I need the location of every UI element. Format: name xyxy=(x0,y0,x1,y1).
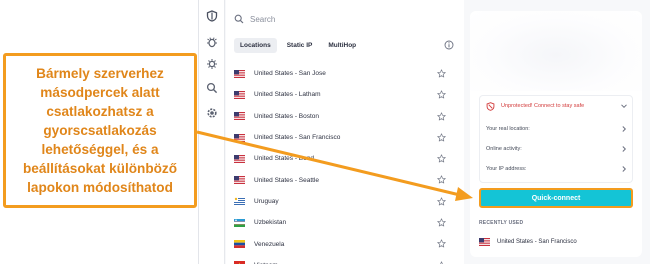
ve-flag-icon xyxy=(234,240,245,249)
uz-flag-icon xyxy=(234,218,245,227)
uy-flag-icon xyxy=(234,197,245,206)
us-flag-icon xyxy=(234,176,245,185)
protection-status-row[interactable]: Unprotected! Connect to stay safe xyxy=(486,99,628,113)
vpn-app-window: Locations Static IP MultiHop United Stat… xyxy=(198,0,650,264)
server-row[interactable]: Vietnam xyxy=(234,255,456,264)
ip-address-label: Your IP address: xyxy=(486,166,527,172)
star-icon[interactable] xyxy=(437,218,446,227)
us-flag-icon xyxy=(234,69,245,78)
star-icon[interactable] xyxy=(437,69,446,78)
gear-sparkle-icon[interactable] xyxy=(206,58,218,70)
online-activity-label: Online activity: xyxy=(486,146,522,152)
online-activity-row[interactable]: Online activity: xyxy=(486,142,628,156)
status-card: Unprotected! Connect to stay safe Your r… xyxy=(479,95,633,183)
shield-icon[interactable] xyxy=(206,10,218,22)
unprotected-status-text: Unprotected! Connect to stay safe xyxy=(501,103,585,109)
recent-server-item[interactable]: United States - San Francisco xyxy=(479,238,577,246)
chevron-right-icon xyxy=(622,126,627,132)
server-row[interactable]: Uzbekistan xyxy=(234,212,456,233)
star-icon[interactable] xyxy=(437,239,446,248)
server-label: United States - Latham xyxy=(254,91,321,99)
server-label: Venezuela xyxy=(254,240,285,248)
info-icon[interactable] xyxy=(444,40,454,50)
chevron-right-icon xyxy=(622,146,627,152)
annotation-text: Bármely szerverhez másodpercek alatt csa… xyxy=(22,66,178,195)
real-location-label: Your real location: xyxy=(486,126,530,132)
recently-used-heading: RECENTLY USED xyxy=(479,220,524,226)
star-icon[interactable] xyxy=(437,133,446,142)
settings-icon[interactable] xyxy=(206,107,218,119)
us-flag-icon xyxy=(479,238,490,246)
server-row[interactable]: Venezuela xyxy=(234,233,456,254)
chevron-down-icon[interactable] xyxy=(620,102,628,110)
real-location-row[interactable]: Your real location: xyxy=(486,122,628,136)
search-globe-icon[interactable] xyxy=(206,82,218,94)
star-icon[interactable] xyxy=(437,90,446,99)
search-bar[interactable] xyxy=(234,10,456,28)
star-icon[interactable] xyxy=(437,175,446,184)
server-label: Uruguay xyxy=(254,197,279,205)
us-flag-icon xyxy=(234,112,245,121)
server-label: United States - Bend xyxy=(254,155,314,163)
tab-static-ip[interactable]: Static IP xyxy=(281,38,319,53)
search-icon xyxy=(234,14,244,24)
annotation-callout: Bármely szerverhez másodpercek alatt csa… xyxy=(3,53,197,208)
locations-panel: Locations Static IP MultiHop United Stat… xyxy=(226,0,464,264)
tab-locations[interactable]: Locations xyxy=(234,37,277,53)
server-label: Uzbekistan xyxy=(254,219,287,227)
server-row[interactable]: United States - San Jose xyxy=(234,63,456,84)
server-row[interactable]: United States - Seattle xyxy=(234,169,456,190)
server-label: United States - Seattle xyxy=(254,176,320,184)
server-label: United States - Boston xyxy=(254,112,320,120)
bug-icon[interactable] xyxy=(206,36,218,48)
location-tabs: Locations Static IP MultiHop xyxy=(234,37,366,53)
search-input[interactable] xyxy=(250,14,430,24)
star-icon[interactable] xyxy=(437,197,446,206)
connection-panel: Unprotected! Connect to stay safe Your r… xyxy=(470,11,642,257)
server-label: United States - San Jose xyxy=(254,70,326,78)
chevron-right-icon xyxy=(622,166,627,172)
unprotected-shield-icon xyxy=(486,101,495,111)
ip-address-row[interactable]: Your IP address: xyxy=(486,162,628,176)
quick-connect-button[interactable]: Quick-connect xyxy=(479,188,633,208)
us-flag-icon xyxy=(234,90,245,99)
star-icon[interactable] xyxy=(437,111,446,121)
server-row[interactable]: United States - Latham xyxy=(234,84,456,105)
us-flag-icon xyxy=(234,154,245,163)
server-row[interactable]: United States - Boston xyxy=(234,106,456,127)
server-row[interactable]: United States - San Francisco xyxy=(234,127,456,148)
star-icon[interactable] xyxy=(437,154,446,163)
server-label: United States - San Francisco xyxy=(254,134,341,142)
map-background xyxy=(470,11,642,91)
us-flag-icon xyxy=(234,133,245,142)
server-row[interactable]: Uruguay xyxy=(234,191,456,212)
recent-server-label: United States - San Francisco xyxy=(497,239,577,245)
server-row[interactable]: United States - Bend xyxy=(234,148,456,169)
tab-multihop[interactable]: MultiHop xyxy=(322,38,362,53)
side-rail xyxy=(199,0,225,264)
server-list: United States - San Jose United States - … xyxy=(234,63,456,264)
